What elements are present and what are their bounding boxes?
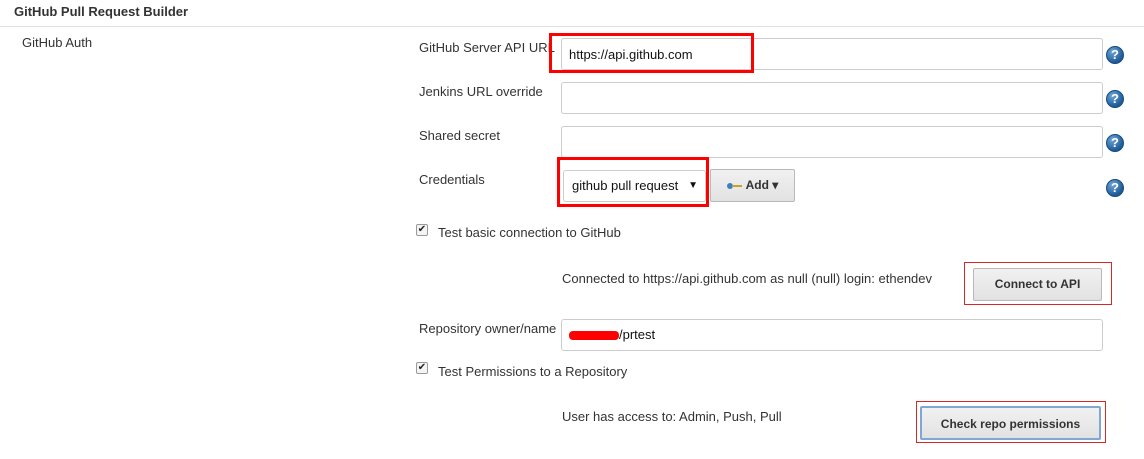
shared-secret-label: Shared secret [419,128,500,143]
test-permissions-checkbox[interactable]: ✔ [416,362,428,374]
section-divider [0,26,1144,27]
group-label-github-auth: GitHub Auth [22,35,93,50]
connect-to-api-button[interactable]: Connect to API [973,268,1102,301]
help-icon-jenkins-url[interactable]: ? [1106,90,1124,108]
jenkins-url-override-input[interactable] [561,82,1103,114]
help-icon-api-url[interactable]: ? [1106,46,1124,64]
repo-owner-name-input[interactable]: /prtest [561,319,1103,351]
test-connection-checkbox[interactable]: ✔ [416,224,428,236]
permissions-result-text: User has access to: Admin, Push, Pull [562,409,782,424]
help-icon-shared-secret[interactable]: ? [1106,134,1124,152]
add-credentials-button[interactable]: Add ▾ [710,169,795,202]
section-title: GitHub Pull Request Builder [14,4,189,19]
server-api-url-label: GitHub Server API URL [419,40,555,55]
credentials-label: Credentials [419,172,485,187]
shared-secret-input[interactable] [561,126,1103,158]
jenkins-url-override-label: Jenkins URL override [419,84,543,99]
repo-owner-name-value: /prtest [619,327,656,342]
annotation-box-api-url [549,33,754,73]
help-icon-credentials[interactable]: ? [1106,179,1124,197]
redaction-mark [569,331,619,341]
annotation-box-credentials [557,157,709,207]
repo-owner-name-label: Repository owner/name [419,321,557,336]
test-permissions-label: Test Permissions to a Repository [438,364,628,379]
check-repo-permissions-button[interactable]: Check repo permissions [920,406,1101,440]
connection-result-text: Connected to https://api.github.com as n… [562,271,933,286]
key-icon [726,182,743,189]
test-connection-label: Test basic connection to GitHub [438,225,621,240]
caret-down-icon: ▾ [772,178,779,192]
add-button-label: Add [745,178,769,192]
